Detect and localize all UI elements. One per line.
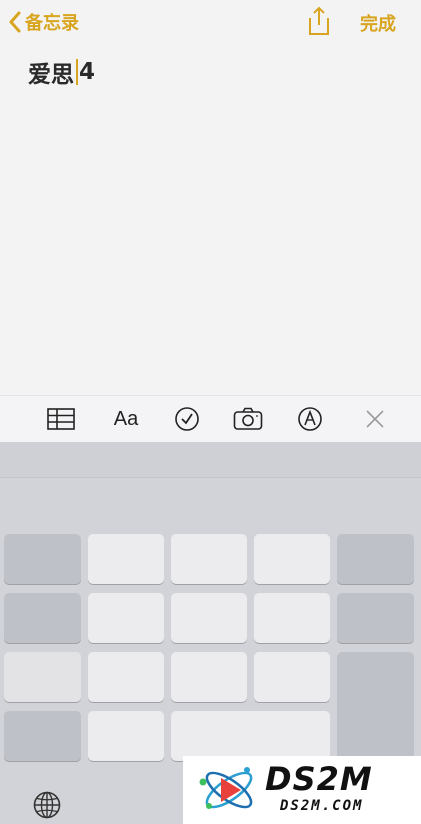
keyboard-key[interactable]: [4, 711, 81, 761]
format-button[interactable]: Aa: [108, 404, 144, 434]
back-label: 备忘录: [25, 13, 79, 34]
logo-main-text: DS2M: [265, 760, 373, 798]
keyboard-key[interactable]: [88, 593, 164, 643]
checklist-icon: [175, 407, 199, 431]
keyboard-key[interactable]: [337, 534, 414, 584]
keyboard-key[interactable]: [4, 593, 81, 643]
keyboard-key[interactable]: [88, 711, 164, 761]
close-icon: [366, 410, 384, 428]
done-button[interactable]: 完成: [360, 10, 396, 36]
text-caret: [76, 59, 78, 85]
close-button[interactable]: [364, 404, 386, 434]
atom-logo-icon: [199, 767, 253, 809]
note-text-after: 4: [79, 59, 96, 85]
keyboard-key[interactable]: [171, 534, 247, 584]
keyboard-key[interactable]: [254, 652, 330, 702]
keyboard-key[interactable]: [4, 534, 81, 584]
return-key[interactable]: [337, 652, 414, 762]
markup-button[interactable]: [296, 404, 324, 434]
globe-button[interactable]: [32, 790, 62, 820]
site-logo: DS2M DS2M.COM: [183, 756, 421, 824]
note-text[interactable]: 爱思 4: [28, 55, 95, 89]
keyboard-key[interactable]: [88, 534, 164, 584]
format-toolbar: Aa: [0, 395, 421, 442]
camera-button[interactable]: [233, 404, 263, 434]
checklist-button[interactable]: [172, 404, 202, 434]
share-icon: [309, 6, 329, 35]
format-icon: Aa: [113, 407, 139, 430]
suggestion-bar: [0, 442, 421, 478]
keyboard-key[interactable]: [337, 593, 414, 643]
share-button[interactable]: [306, 6, 332, 36]
space-key[interactable]: [171, 711, 330, 761]
markup-icon: [298, 407, 322, 431]
chevron-left-icon: [9, 11, 21, 33]
keyboard-key[interactable]: [254, 534, 330, 584]
keyboard-key[interactable]: [171, 652, 247, 702]
globe-icon: [33, 791, 61, 819]
back-button[interactable]: 备忘录: [8, 8, 79, 36]
table-button[interactable]: [46, 404, 76, 434]
keyboard-key[interactable]: [88, 652, 164, 702]
note-area[interactable]: 备忘录 完成 爱思 4: [0, 0, 421, 395]
keyboard-key[interactable]: [171, 593, 247, 643]
camera-icon: [233, 407, 263, 430]
keyboard-key[interactable]: [4, 652, 81, 702]
logo-sub-text: DS2M.COM: [280, 798, 364, 814]
note-text-before: 爱思: [28, 62, 74, 88]
keyboard-key[interactable]: [254, 593, 330, 643]
nav-bar: 备忘录 完成: [0, 0, 421, 44]
table-icon: [47, 408, 75, 430]
